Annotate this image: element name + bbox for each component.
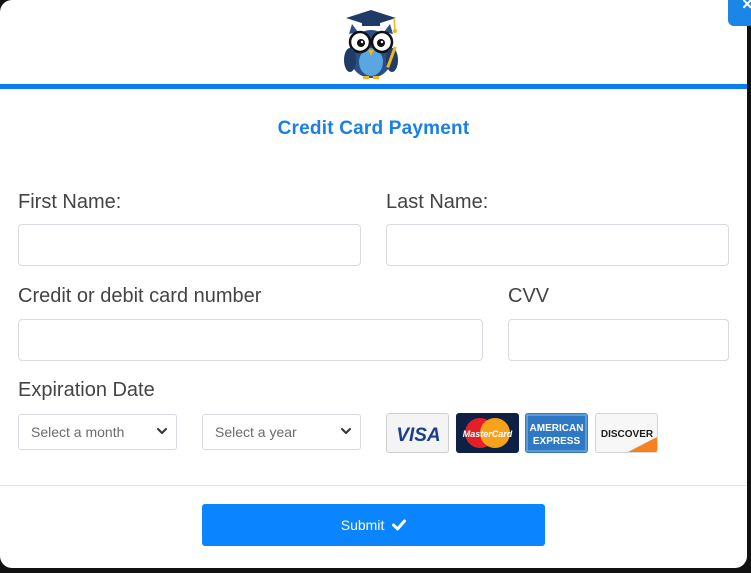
visa-text: VISA — [396, 425, 440, 446]
close-icon: × — [742, 0, 751, 14]
amex-text-line1: AMERICAN — [530, 423, 584, 434]
first-name-label: First Name: — [18, 191, 122, 213]
chevron-down-icon — [157, 428, 167, 434]
month-select-value: Select a month — [31, 424, 125, 440]
year-select[interactable]: Select a year — [202, 414, 361, 450]
footer-divider — [0, 485, 747, 486]
last-name-input[interactable] — [386, 224, 729, 266]
owl-logo-icon — [344, 10, 398, 79]
modal-header — [0, 0, 747, 84]
cvv-input[interactable] — [508, 319, 729, 361]
amex-text-line2: EXPRESS — [533, 436, 581, 447]
mastercard-text: MasterCard — [463, 429, 513, 439]
amex-card-icon: AMERICAN EXPRESS — [525, 413, 588, 453]
expiration-label: Expiration Date — [18, 379, 155, 401]
cvv-label: CVV — [508, 285, 550, 307]
close-button[interactable]: × — [728, 0, 751, 26]
visa-card-icon: VISA — [386, 413, 449, 453]
form-title: Credit Card Payment — [277, 118, 470, 139]
month-select[interactable]: Select a month — [18, 414, 177, 450]
first-name-input[interactable] — [18, 224, 361, 266]
submit-button[interactable]: Submit — [202, 504, 545, 546]
check-icon — [392, 519, 407, 531]
last-name-label: Last Name: — [386, 191, 489, 213]
chevron-down-icon — [341, 428, 351, 434]
card-number-input[interactable] — [18, 319, 483, 361]
submit-label: Submit — [340, 517, 385, 533]
header-divider — [0, 84, 747, 89]
discover-card-icon: DISCOVER — [595, 413, 658, 453]
mastercard-icon: MasterCard — [456, 413, 519, 453]
payment-modal: Credit Card Payment First Name: Last Nam… — [0, 0, 747, 568]
card-number-label: Credit or debit card number — [18, 285, 262, 307]
year-select-value: Select a year — [215, 424, 297, 440]
discover-text: DISCOVER — [601, 429, 654, 440]
